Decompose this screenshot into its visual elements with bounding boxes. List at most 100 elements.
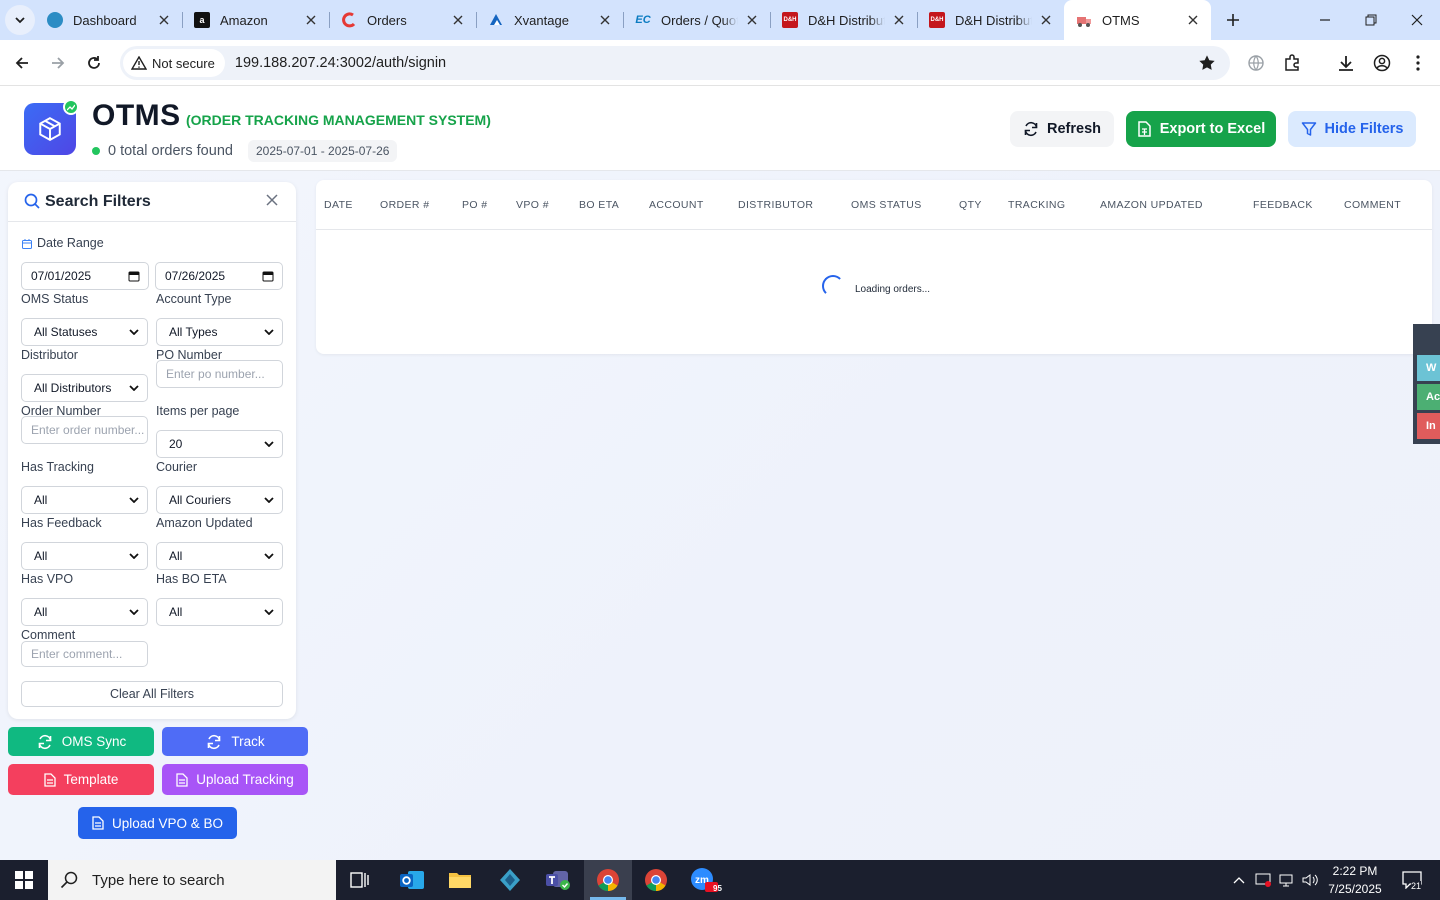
close-icon[interactable] xyxy=(266,194,278,206)
courier-select[interactable]: All Couriers xyxy=(156,486,283,514)
column-header-tracking[interactable]: TRACKING xyxy=(1008,199,1065,211)
close-icon[interactable] xyxy=(303,12,319,28)
has-feedback-select[interactable]: All xyxy=(21,542,148,570)
column-header-amazon-updated[interactable]: AMAZON UPDATED xyxy=(1100,199,1203,211)
search-icon xyxy=(24,193,40,209)
task-view-button[interactable] xyxy=(336,860,384,900)
chrome-app-icon[interactable] xyxy=(584,860,632,900)
column-header-po-number[interactable]: PO # xyxy=(462,199,488,211)
minimize-button[interactable] xyxy=(1302,0,1348,40)
column-header-qty[interactable]: QTY xyxy=(959,199,982,211)
notification-center-button[interactable]: 21 xyxy=(1392,860,1432,900)
security-tray-icon[interactable] xyxy=(1252,860,1274,900)
calendar-icon[interactable] xyxy=(262,270,274,282)
has-feedback-label: Has Feedback xyxy=(21,516,102,530)
start-button[interactable] xyxy=(0,860,48,900)
side-widget-tab-3[interactable]: In xyxy=(1417,413,1440,439)
clear-filters-button[interactable]: Clear All Filters xyxy=(21,681,283,707)
extensions-button[interactable] xyxy=(1276,47,1308,79)
column-header-order-number[interactable]: ORDER # xyxy=(380,199,429,211)
date-from-input[interactable]: 07/01/2025 xyxy=(21,262,149,290)
window-close-button[interactable] xyxy=(1394,0,1440,40)
column-header-account[interactable]: ACCOUNT xyxy=(649,199,704,211)
browser-tab-dh-2[interactable]: D&H D&H Distributing xyxy=(917,0,1064,40)
close-icon[interactable] xyxy=(744,12,760,28)
export-excel-button[interactable]: Export to Excel xyxy=(1126,111,1276,147)
has-vpo-select[interactable]: All xyxy=(21,598,148,626)
security-chip[interactable]: Not secure xyxy=(123,49,225,77)
po-number-input[interactable]: Enter po number... xyxy=(156,360,283,388)
column-header-bo-eta[interactable]: BO ETA xyxy=(579,199,619,211)
chevron-down-icon xyxy=(129,385,139,391)
browser-tab-dashboard[interactable]: Dashboard xyxy=(35,0,182,40)
profile-button[interactable] xyxy=(1366,47,1398,79)
column-header-comment[interactable]: COMMENT xyxy=(1344,199,1401,211)
column-header-oms-status[interactable]: OMS STATUS xyxy=(851,199,922,211)
order-number-input[interactable]: Enter order number... xyxy=(21,416,148,444)
upload-tracking-button[interactable]: Upload Tracking xyxy=(162,764,308,795)
refresh-button[interactable]: Refresh xyxy=(1010,111,1114,147)
upload-vpo-bo-button[interactable]: Upload VPO & BO xyxy=(78,807,237,839)
column-header-date[interactable]: DATE xyxy=(324,199,353,211)
volume-icon[interactable] xyxy=(1299,860,1321,900)
oms-sync-button[interactable]: OMS Sync xyxy=(8,727,154,756)
back-button[interactable] xyxy=(6,47,38,79)
close-icon[interactable] xyxy=(891,12,907,28)
tab-search-button[interactable] xyxy=(5,5,35,35)
browser-menu-button[interactable] xyxy=(1402,47,1434,79)
close-icon[interactable] xyxy=(1185,12,1201,28)
browser-tab-orders-quotes[interactable]: EC Orders / Quotes xyxy=(623,0,770,40)
items-per-page-select[interactable]: 20 xyxy=(156,430,283,458)
restore-button[interactable] xyxy=(1348,0,1394,40)
close-icon[interactable] xyxy=(156,12,172,28)
dh-favicon-icon: D&H xyxy=(782,12,798,28)
close-icon[interactable] xyxy=(450,12,466,28)
oms-status-select[interactable]: All Statuses xyxy=(21,318,148,346)
track-button[interactable]: Track xyxy=(162,727,308,756)
template-button[interactable]: Template xyxy=(8,764,154,795)
hide-filters-button[interactable]: Hide Filters xyxy=(1288,111,1416,147)
taskbar-search-box[interactable]: Type here to search xyxy=(48,860,336,900)
downloads-button[interactable] xyxy=(1330,47,1362,79)
file-icon xyxy=(176,772,188,787)
comment-input[interactable]: Enter comment... xyxy=(21,641,148,667)
translate-button[interactable] xyxy=(1240,47,1272,79)
show-hidden-icons-button[interactable] xyxy=(1228,860,1250,900)
calendar-icon[interactable] xyxy=(128,270,140,282)
close-icon[interactable] xyxy=(597,12,613,28)
amazon-updated-select[interactable]: All xyxy=(156,542,283,570)
address-bar[interactable]: Not secure 199.188.207.24:3002/auth/sign… xyxy=(120,46,1230,80)
has-tracking-select[interactable]: All xyxy=(21,486,148,514)
search-filters-panel: Search Filters Date Range 07/01/2025 07/… xyxy=(8,182,296,719)
side-widget-tab-1[interactable]: W xyxy=(1417,355,1440,381)
reload-button[interactable] xyxy=(78,47,110,79)
teams-app-icon[interactable] xyxy=(534,860,582,900)
column-header-distributor[interactable]: DISTRIBUTOR xyxy=(738,199,813,211)
forward-button[interactable] xyxy=(42,47,74,79)
browser-tab-orders[interactable]: Orders xyxy=(329,0,476,40)
xvantage-app-icon[interactable] xyxy=(486,860,534,900)
browser-tab-amazon[interactable]: a Amazon xyxy=(182,0,329,40)
network-icon[interactable] xyxy=(1276,860,1298,900)
account-type-select[interactable]: All Types xyxy=(156,318,283,346)
upload-vpo-bo-label: Upload VPO & BO xyxy=(111,815,224,831)
chrome-profile-app-icon[interactable] xyxy=(632,860,680,900)
zoom-app-icon[interactable]: zm 95 xyxy=(680,860,728,900)
column-header-vpo-number[interactable]: VPO # xyxy=(516,199,549,211)
taskbar-clock[interactable]: 2:22 PM 7/25/2025 xyxy=(1323,862,1387,898)
distributor-select[interactable]: All Distributors xyxy=(21,374,148,402)
outlook-app-icon[interactable] xyxy=(388,860,436,900)
browser-tab-otms[interactable]: OTMS xyxy=(1064,0,1211,40)
has-vpo-label: Has VPO xyxy=(21,572,74,586)
browser-tab-dh-1[interactable]: D&H D&H Distributing xyxy=(770,0,917,40)
date-to-input[interactable]: 07/26/2025 xyxy=(155,262,283,290)
has-bo-eta-select[interactable]: All xyxy=(156,598,283,626)
column-header-feedback[interactable]: FEEDBACK xyxy=(1253,199,1313,211)
side-widget-tab-2[interactable]: Ac xyxy=(1417,384,1440,410)
file-explorer-icon[interactable] xyxy=(436,860,484,900)
close-icon[interactable] xyxy=(1038,12,1054,28)
browser-tab-xvantage[interactable]: Xvantage xyxy=(476,0,623,40)
new-tab-button[interactable] xyxy=(1219,6,1247,34)
bookmark-star-icon[interactable] xyxy=(1198,54,1216,72)
browser-toolbar: Not secure 199.188.207.24:3002/auth/sign… xyxy=(0,40,1440,86)
